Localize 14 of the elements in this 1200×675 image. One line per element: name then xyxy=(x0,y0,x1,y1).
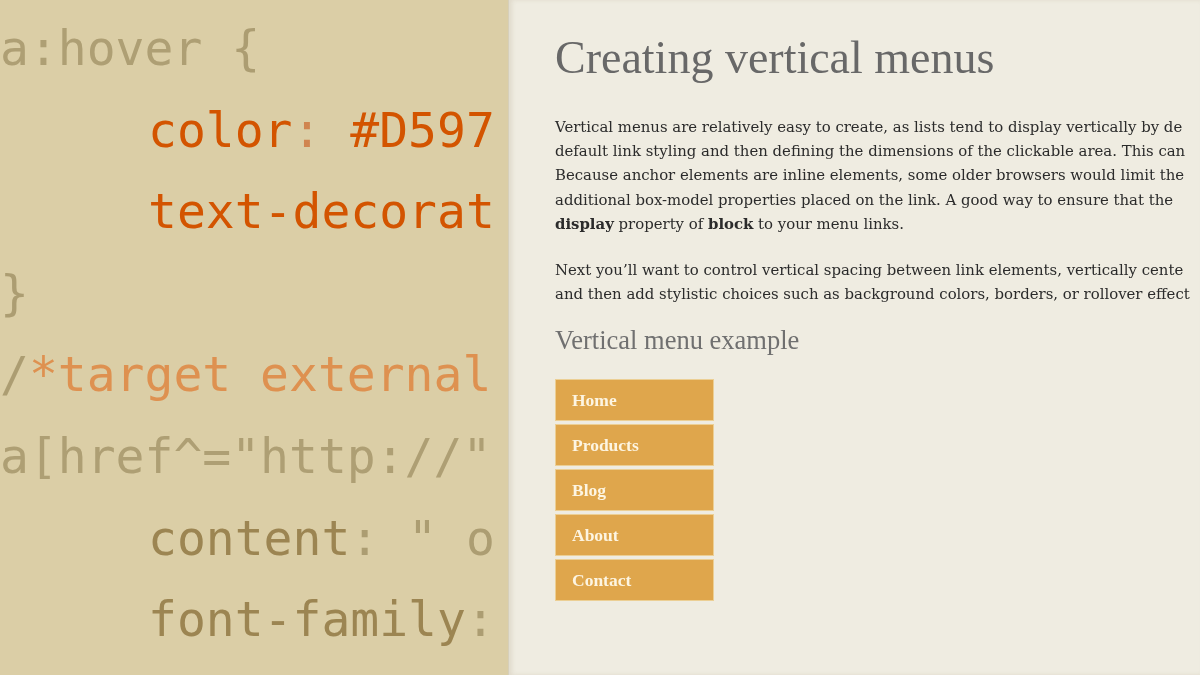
menu-link[interactable]: Home xyxy=(555,379,714,422)
body-paragraph: Next you’ll want to control vertical spacing between link elements, vertically cente and then add stylistic choices such as background colors, borders, or rollover effect xyxy=(555,260,1190,306)
menu-link[interactable]: Products xyxy=(555,424,714,467)
code-line: font-family: xyxy=(148,590,495,650)
code-line: text-decorat xyxy=(148,182,495,242)
page-heading: Creating vertical menus xyxy=(555,31,995,85)
menu-link[interactable]: About xyxy=(555,514,714,557)
code-line: /*target external xyxy=(0,345,492,405)
menu-link[interactable]: Blog xyxy=(555,469,714,512)
code-line: color: #D597 xyxy=(148,100,495,160)
menu-link[interactable]: Contact xyxy=(555,559,714,602)
body-paragraph: Vertical menus are relatively easy to create, as lists tend to display vertically by de default link styling and then defining the dimensions of the clickable area. This can Because anchor elements are inline elements, some older browsers would limit the additional box-model properties placed on the link. A good way to ensure that the display property of block to your menu links. xyxy=(555,117,1186,235)
code-line: } xyxy=(0,263,29,323)
section-subheading: Vertical menu example xyxy=(555,324,800,357)
